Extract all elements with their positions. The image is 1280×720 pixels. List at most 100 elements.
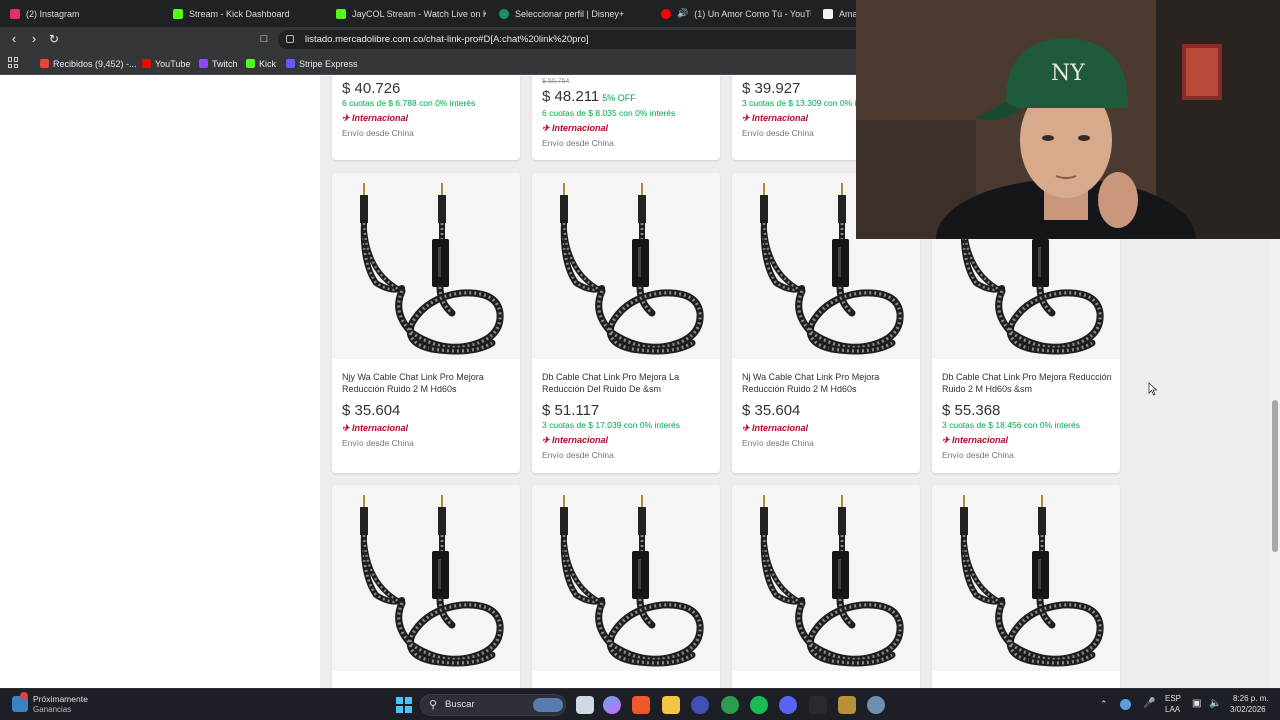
chevron-up-icon[interactable]: ⌃ [1100, 699, 1108, 710]
site-info-icon[interactable] [286, 35, 294, 43]
product-card[interactable]: Db Cable Chat Link Pro Mejora La Reducci… [532, 173, 720, 473]
apps-grid-icon[interactable] [8, 57, 19, 68]
tab-kick-dashboard[interactable]: Stream - Kick Dashboard [173, 0, 323, 27]
product-price: $ 35.604 [342, 402, 401, 419]
stripe-icon [286, 59, 295, 68]
search-icon: ⚲ [429, 699, 438, 711]
product-price: $ 39.927 [742, 80, 801, 97]
microphone-icon[interactable]: 🎤 [1143, 698, 1155, 709]
product-title[interactable]: Db Cable Chat Link Pro Mejora Reducción … [942, 371, 1112, 395]
cable-product-image [760, 495, 904, 667]
search-highlight-icon [533, 698, 563, 712]
product-image[interactable] [532, 173, 720, 359]
file-explorer-icon[interactable] [662, 696, 680, 714]
speaker-icon: 🔊 [677, 8, 689, 18]
cable-product-image [560, 183, 704, 355]
svg-text:NY: NY [1051, 61, 1085, 86]
back-button[interactable]: ‹ [5, 30, 23, 48]
tab-label: (2) Instagram [26, 8, 80, 19]
tab-youtube[interactable]: 🔊 (1) Un Amor Como Tú - YouTube [661, 0, 811, 27]
tab-label: Ama [839, 8, 856, 19]
copilot-icon[interactable] [603, 696, 621, 714]
discord-icon[interactable] [779, 696, 797, 714]
mouse-cursor-icon [1148, 382, 1158, 396]
windows-start-icon[interactable] [396, 697, 412, 713]
whatsapp-icon[interactable] [721, 696, 739, 714]
international-label: ✈ Internacional [942, 435, 1009, 445]
youtube-icon [661, 8, 671, 19]
product-card[interactable]: $ 50.754 $ 48.211 5% OFF 6 cuotas de $ 8.… [532, 76, 720, 160]
clock-date[interactable]: 3/02/2026 [1230, 705, 1266, 714]
international-label: ✈ Internacional [742, 113, 809, 123]
shipping-origin: Envío desde China [342, 128, 414, 138]
widget-title: Próximamente [33, 694, 88, 704]
network-icon[interactable]: ▣ [1192, 698, 1201, 709]
cable-product-image [960, 495, 1104, 667]
app-icon[interactable] [691, 696, 709, 714]
clock-time[interactable]: 8:26 p. m. [1233, 694, 1269, 703]
screen: (2) Instagram Stream - Kick Dashboard Ja… [0, 0, 1280, 720]
bookmark-label: Stripe Express [299, 58, 358, 69]
bookmark-youtube[interactable]: YouTube [142, 56, 190, 71]
kick-icon [246, 59, 255, 68]
product-title[interactable]: Njy Wa Cable Chat Link Pro Mejora Reducc… [342, 371, 512, 395]
tab-disney[interactable]: Seleccionar perfil | Disney+ [499, 0, 649, 27]
language-indicator[interactable]: ESP [1165, 694, 1181, 703]
original-price: $ 50.754 [542, 78, 570, 85]
volume-icon[interactable]: 🔈 [1209, 698, 1221, 709]
tab-kick-stream[interactable]: JayCOL Stream - Watch Live on Kick [336, 0, 486, 27]
webcam-overlay: NY [856, 0, 1280, 239]
game-app-icon[interactable] [838, 696, 856, 714]
spotify-icon[interactable] [750, 696, 768, 714]
bookmark-label: YouTube [155, 58, 191, 69]
filters-sidebar [0, 76, 320, 688]
product-installments: 6 cuotas de $ 6.788 con 0% interés [342, 98, 476, 108]
instagram-icon [10, 8, 20, 19]
tab-instagram[interactable]: (2) Instagram [10, 0, 160, 27]
url-text: listado.mercadolibre.com.co/chat-link-pr… [305, 34, 589, 45]
reload-button[interactable]: ↻ [45, 30, 63, 48]
tab-amazon[interactable]: Ama [823, 0, 856, 27]
scrollbar-thumb[interactable] [1272, 400, 1278, 552]
product-price: $ 51.117 [542, 402, 600, 419]
cable-product-image [560, 495, 704, 667]
product-card[interactable] [532, 485, 720, 688]
tab-label: Seleccionar perfil | Disney+ [515, 8, 625, 19]
international-label: ✈ Internacional [742, 423, 809, 433]
youtube-icon [142, 59, 151, 68]
keyboard-layout[interactable]: LAA [1165, 705, 1180, 714]
cable-product-image [360, 183, 504, 355]
bookmark-stripe[interactable]: Stripe Express [286, 56, 358, 71]
product-card[interactable] [932, 485, 1120, 688]
product-card[interactable]: Njy Wa Cable Chat Link Pro Mejora Reducc… [332, 173, 520, 473]
product-price: $ 48.211 [542, 88, 600, 105]
product-image[interactable] [732, 485, 920, 671]
product-title[interactable]: Nj Wa Cable Chat Link Pro Mejora Reducci… [742, 371, 912, 395]
international-label: ✈ Internacional [342, 113, 409, 123]
kick-icon [173, 8, 183, 19]
product-image[interactable] [332, 485, 520, 671]
brave-browser-icon[interactable] [632, 696, 650, 714]
shipping-origin: Envío desde China [942, 450, 1014, 460]
bookmark-twitch[interactable]: Twitch [199, 56, 238, 71]
audio-app-icon[interactable] [809, 696, 827, 714]
disney-icon [499, 8, 509, 19]
product-card[interactable] [732, 485, 920, 688]
bookmark-icon[interactable]: □ [255, 30, 273, 48]
discount-badge: 5% OFF [602, 93, 636, 103]
bookmark-kick[interactable]: Kick [246, 56, 276, 71]
product-image[interactable] [532, 485, 720, 671]
product-title[interactable]: Db Cable Chat Link Pro Mejora La Reducci… [542, 371, 712, 395]
task-view-icon[interactable] [576, 696, 594, 714]
cable-product-image [360, 495, 504, 667]
product-image[interactable] [932, 485, 1120, 671]
product-price: $ 40.726 [342, 80, 401, 97]
product-card[interactable] [332, 485, 520, 688]
forward-button[interactable]: › [25, 30, 43, 48]
settings-gear-icon[interactable] [867, 696, 885, 714]
product-image[interactable] [332, 173, 520, 359]
bookmark-gmail[interactable]: Recibidos (9,452) -... [40, 56, 137, 71]
tray-app-icon[interactable] [1120, 699, 1131, 710]
tab-label: (1) Un Amor Como Tú - YouTube [694, 8, 811, 19]
product-card[interactable]: $ 40.726 6 cuotas de $ 6.788 con 0% inte… [332, 76, 520, 160]
